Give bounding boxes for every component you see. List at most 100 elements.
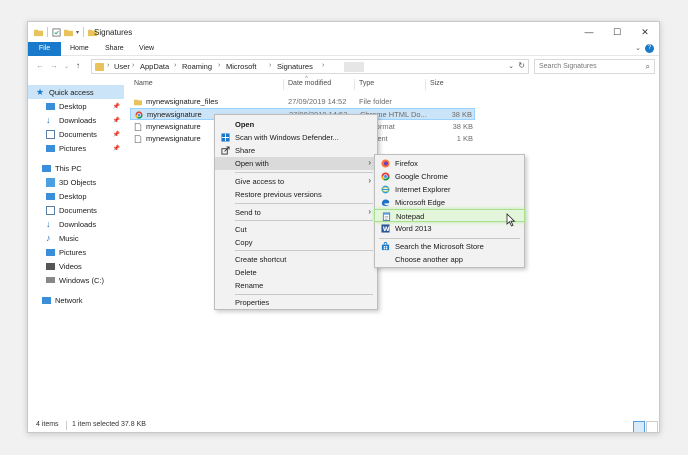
context-menu: Open Scan with Windows Defender... Share…	[214, 114, 378, 310]
title-bar: ▾ Signatures — ☐ ✕	[28, 22, 659, 42]
app-notepad[interactable]: Notepad	[374, 209, 525, 222]
menu-rename[interactable]: Rename	[215, 279, 377, 292]
nav-pictures[interactable]: Pictures 📌	[28, 141, 124, 155]
store-icon	[381, 242, 390, 251]
tab-home[interactable]: Home	[70, 42, 89, 56]
column-type[interactable]: Type	[359, 80, 374, 87]
nav-desktop[interactable]: Desktop 📌	[28, 99, 124, 113]
customize-toolbar-icon[interactable]: ▾	[76, 29, 79, 36]
recent-locations-icon[interactable]: ⌄	[64, 63, 69, 70]
nav-videos[interactable]: Videos	[28, 259, 124, 273]
breadcrumb-roaming[interactable]: Roaming	[182, 62, 212, 71]
menu-send-to[interactable]: Send to ›	[215, 206, 377, 219]
chevron-right-icon: ›	[368, 207, 371, 216]
app-google-chrome[interactable]: Google Chrome	[375, 170, 524, 183]
search-box[interactable]: ⌕	[534, 59, 655, 74]
menu-delete[interactable]: Delete	[215, 266, 377, 279]
nav-this-pc[interactable]: This PC	[28, 161, 124, 175]
menu-give-access[interactable]: Give access to ›	[215, 175, 377, 188]
forward-arrow-icon[interactable]: →	[50, 61, 58, 70]
properties-icon[interactable]	[52, 27, 61, 37]
nav-pictures-pc[interactable]: Pictures	[28, 245, 124, 259]
menu-create-shortcut[interactable]: Create shortcut	[215, 253, 377, 266]
refresh-icon[interactable]: ↻	[518, 61, 525, 70]
app-internet-explorer[interactable]: Internet Explorer	[375, 183, 524, 196]
minimize-button[interactable]: —	[575, 22, 603, 42]
pin-icon: 📌	[112, 103, 120, 110]
folder-icon	[134, 99, 142, 106]
share-icon	[221, 146, 230, 155]
cube-icon	[46, 177, 55, 187]
search-icon: ⌕	[645, 62, 650, 71]
menu-search-store[interactable]: Search the Microsoft Store	[375, 240, 524, 253]
nav-quick-access[interactable]: ★ Quick access	[28, 85, 124, 99]
menu-share[interactable]: Share	[215, 144, 377, 157]
nav-downloads-pc[interactable]: ↓ Downloads	[28, 217, 124, 231]
item-count: 4 items	[36, 421, 59, 428]
svg-text:W: W	[383, 226, 390, 233]
app-word-2013[interactable]: W Word 2013	[375, 222, 524, 235]
nav-windows-c[interactable]: Windows (C:)	[28, 273, 124, 287]
folder-icon	[95, 63, 104, 71]
nav-3d-objects[interactable]: 3D Objects	[28, 175, 124, 189]
nav-desktop-pc[interactable]: Desktop	[28, 189, 124, 203]
pin-icon: 📌	[112, 131, 120, 138]
notepad-icon	[382, 212, 391, 221]
navigation-pane: ★ Quick access Desktop 📌 ↓ Downloads 📌 D…	[28, 79, 124, 416]
menu-open[interactable]: Open	[215, 118, 377, 131]
chrome-icon	[381, 172, 390, 181]
column-size[interactable]: Size	[430, 80, 444, 87]
column-name[interactable]: Name	[134, 80, 153, 87]
expand-ribbon-icon[interactable]: ⌄	[635, 44, 641, 52]
chevron-right-icon: ›	[368, 176, 371, 185]
network-icon	[42, 296, 51, 304]
tab-file[interactable]: File	[28, 42, 61, 56]
app-microsoft-edge[interactable]: Microsoft Edge	[375, 196, 524, 209]
search-input[interactable]	[535, 60, 635, 73]
nav-music[interactable]: ♪ Music	[28, 231, 124, 245]
address-dropdown-icon[interactable]: ⌄	[508, 62, 514, 70]
address-bar[interactable]: › User › AppData › Roaming › Microsoft ›…	[91, 59, 529, 74]
app-firefox[interactable]: Firefox	[375, 157, 524, 170]
window-controls: — ☐ ✕	[575, 22, 659, 42]
menu-choose-another-app[interactable]: Choose another app	[375, 253, 524, 266]
close-button[interactable]: ✕	[631, 22, 659, 42]
firefox-icon	[381, 159, 390, 168]
details-view-icon[interactable]	[633, 421, 645, 432]
breadcrumb-microsoft[interactable]: Microsoft	[226, 62, 256, 71]
desktop-icon	[46, 102, 55, 110]
menu-scan-defender[interactable]: Scan with Windows Defender...	[215, 131, 377, 144]
maximize-button[interactable]: ☐	[603, 22, 631, 42]
nav-downloads[interactable]: ↓ Downloads 📌	[28, 113, 124, 127]
up-arrow-icon[interactable]: ↑	[76, 61, 80, 70]
quick-access-toolbar: ▾	[34, 27, 98, 37]
breadcrumb-signatures[interactable]: Signatures	[277, 62, 313, 71]
back-arrow-icon[interactable]: ←	[36, 61, 44, 70]
chrome-icon	[135, 111, 143, 119]
help-icon[interactable]: ?	[645, 44, 654, 53]
nav-documents[interactable]: Documents 📌	[28, 127, 124, 141]
file-icon	[134, 123, 142, 131]
documents-icon	[46, 129, 55, 139]
internet-explorer-icon	[381, 185, 390, 194]
menu-copy[interactable]: Copy	[215, 236, 377, 249]
nav-documents-pc[interactable]: Documents	[28, 203, 124, 217]
large-icons-view-icon[interactable]	[646, 421, 658, 432]
menu-cut[interactable]: Cut	[215, 223, 377, 236]
file-row[interactable]: mynewsignature_files 27/09/2019 14:52 Fi…	[130, 96, 475, 108]
breadcrumb-appdata[interactable]: AppData	[140, 62, 169, 71]
pin-icon: 📌	[112, 145, 120, 152]
nav-network[interactable]: Network	[28, 293, 124, 307]
column-date-modified[interactable]: Date modified	[288, 80, 331, 87]
breadcrumb-user[interactable]: User	[114, 62, 130, 71]
menu-restore-versions[interactable]: Restore previous versions	[215, 188, 377, 201]
tab-share[interactable]: Share	[105, 42, 124, 56]
menu-properties[interactable]: Properties	[215, 296, 377, 309]
new-folder-icon[interactable]	[64, 28, 73, 37]
defender-icon	[221, 133, 230, 142]
window-title: Signatures	[94, 28, 133, 37]
file-icon	[134, 135, 142, 143]
tab-view[interactable]: View	[139, 42, 154, 56]
mouse-cursor-icon	[506, 213, 516, 227]
menu-open-with[interactable]: Open with ›	[215, 157, 377, 170]
